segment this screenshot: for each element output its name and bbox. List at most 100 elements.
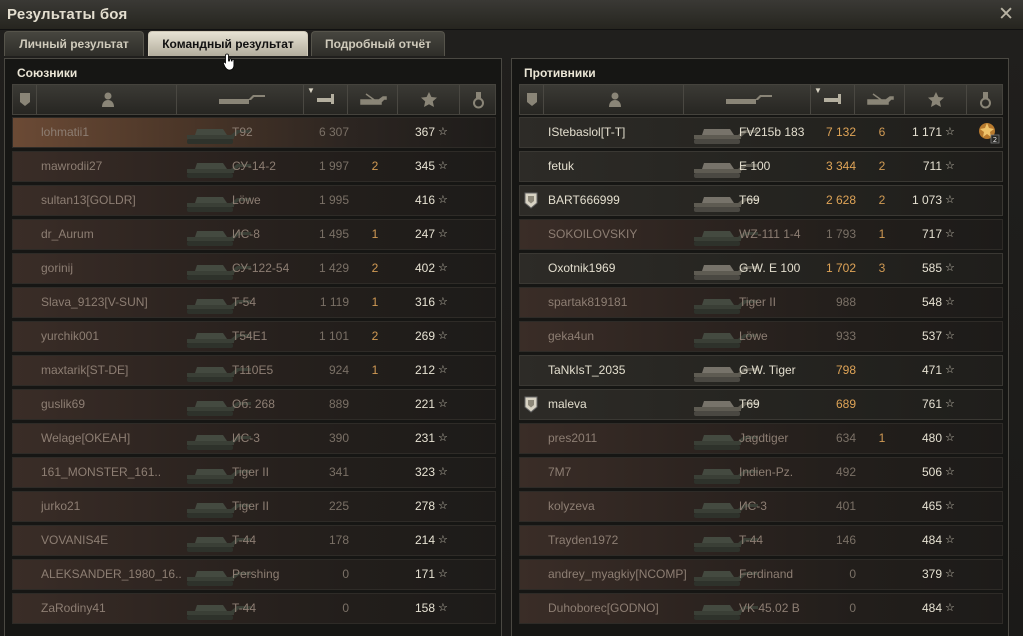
frags-value: 1: [371, 363, 379, 377]
player-column[interactable]: [37, 85, 177, 114]
xp-value: 345: [414, 159, 435, 173]
close-icon[interactable]: ✕: [998, 3, 1014, 26]
medal-column[interactable]: [460, 85, 497, 114]
player-icon: [102, 92, 114, 107]
player-row[interactable]: sultan13[GOLDR] Löwe 1 995 416 ☆: [12, 185, 496, 216]
player-row[interactable]: gorinij СУ-122-54 1 429 2 402 ☆: [12, 253, 496, 284]
xp-star-icon: [421, 92, 437, 107]
xp-star-icon: ☆: [438, 160, 448, 172]
xp-star-icon: ☆: [438, 534, 448, 546]
xp-star-icon: ☆: [945, 534, 955, 546]
player-row[interactable]: VOVANIS4E T-44 178 214 ☆: [12, 525, 496, 556]
player-row[interactable]: 161_MONSTER_161.. Tiger II 341 323 ☆: [12, 457, 496, 488]
xp-star-icon: ☆: [945, 432, 955, 444]
player-name: andrey_myagkiy[NCOMP]: [548, 567, 687, 581]
xp-column[interactable]: [398, 85, 460, 114]
frags-column[interactable]: [348, 85, 398, 114]
allies-column-header: ▼: [12, 84, 496, 115]
frags-value: 3: [878, 261, 886, 275]
xp-star-icon: ☆: [945, 568, 955, 580]
xp-value: 506: [921, 465, 942, 479]
frags-value: [368, 390, 382, 419]
player-row[interactable]: maxtarik[ST-DE] T110E5 924 1 212 ☆: [12, 355, 496, 386]
medal-column[interactable]: [967, 85, 1004, 114]
player-row[interactable]: yurchik001 T54E1 1 101 2 269 ☆: [12, 321, 496, 352]
player-row[interactable]: ALEKSANDER_1980_16.. Pershing 0 171 ☆: [12, 559, 496, 590]
xp-star-icon: ☆: [945, 296, 955, 308]
xp-value: 231: [414, 431, 435, 445]
player-row[interactable]: BART666999 T69 2 628 2 1 073 ☆: [519, 185, 1003, 216]
xp-star-icon: ☆: [945, 602, 955, 614]
player-row[interactable]: mawrodii27 СУ-14-2 1 997 2 345 ☆: [12, 151, 496, 182]
xp-star-icon: ☆: [438, 228, 448, 240]
xp-value: 247: [414, 227, 435, 241]
frags-value: [875, 526, 889, 555]
player-row[interactable]: IStebaslol[T-T] FV215b 183 7 132 6 1 171 ☆ 2: [519, 117, 1003, 148]
player-name: BART666999: [548, 193, 620, 207]
allies-title: Союзники: [17, 66, 78, 80]
player-column[interactable]: [544, 85, 684, 114]
tank-column[interactable]: [684, 85, 811, 114]
medal-icon: [473, 92, 484, 109]
player-row[interactable]: Duhoborec[GODNO] VK 45.02 B 0 484 ☆: [519, 593, 1003, 624]
player-row[interactable]: ZaRodiny41 T-44 0 158 ☆: [12, 593, 496, 624]
tank-column[interactable]: [177, 85, 304, 114]
title-bar: Результаты боя ✕: [0, 0, 1023, 30]
player-name: Oxotnik1969: [548, 261, 616, 275]
player-row[interactable]: TaNkIsT_2035 G.W. Tiger 798 471 ☆: [519, 355, 1003, 386]
player-row[interactable]: jurko21 Tiger II 225 278 ☆: [12, 491, 496, 522]
xp-star-icon: ☆: [438, 194, 448, 206]
player-row[interactable]: geka4un Löwe 933 537 ☆: [519, 321, 1003, 352]
xp-star-icon: ☆: [438, 602, 448, 614]
medal-achievement-icon[interactable]: 2: [976, 120, 1000, 144]
player-row[interactable]: pres2011 Jagdtiger 634 1 480 ☆: [519, 423, 1003, 454]
player-row[interactable]: maleva T69 689 761 ☆: [519, 389, 1003, 420]
player-row[interactable]: lohmatii1 T92 6 307 367 ☆: [12, 117, 496, 148]
xp-star-icon: ☆: [945, 500, 955, 512]
xp-value: 171: [414, 567, 435, 581]
player-name: lohmatii1: [41, 125, 90, 139]
tab-detailed-report[interactable]: Подробный отчёт: [311, 31, 445, 56]
squad-column[interactable]: [13, 85, 37, 114]
damage-column[interactable]: ▼: [811, 85, 855, 114]
player-row[interactable]: andrey_myagkiy[NCOMP] Ferdinand 0 379 ☆: [519, 559, 1003, 590]
player-row[interactable]: Welage[OKEAH] ИС-3 390 231 ☆: [12, 423, 496, 454]
xp-star-icon: ☆: [438, 398, 448, 410]
player-row[interactable]: SOKOILOVSKIY WZ-111 1-4 1 793 1 717 ☆: [519, 219, 1003, 250]
damage-value: 7 132: [825, 125, 856, 139]
player-row[interactable]: Slava_9123[V-SUN] T-54 1 119 1 316 ☆: [12, 287, 496, 318]
player-row[interactable]: kolyzeva ИС-3 401 465 ☆: [519, 491, 1003, 522]
player-row[interactable]: 7M7 Indien-Pz. 492 506 ☆: [519, 457, 1003, 488]
sort-arrow-icon: ▼: [814, 86, 822, 95]
player-row[interactable]: guslik69 Об. 268 889 221 ☆: [12, 389, 496, 420]
damage-value: 924: [328, 363, 349, 377]
medal-count: 2: [993, 136, 997, 144]
damage-value: 225: [328, 499, 349, 513]
damage-column[interactable]: ▼: [304, 85, 348, 114]
player-row[interactable]: dr_Aurum ИС-8 1 495 1 247 ☆: [12, 219, 496, 250]
damage-value: 1 101: [318, 329, 349, 343]
frags-value: [368, 492, 382, 521]
frags-value: 2: [371, 159, 379, 173]
damage-value: 0: [342, 601, 349, 615]
xp-star-icon: ☆: [945, 160, 955, 172]
player-name: kolyzeva: [548, 499, 595, 513]
frags-column[interactable]: [855, 85, 905, 114]
player-row[interactable]: Trayden1972 T-44 146 484 ☆: [519, 525, 1003, 556]
player-name: fetuk: [548, 159, 575, 173]
player-row[interactable]: Oxotnik1969 G.W. E 100 1 702 3 585 ☆: [519, 253, 1003, 284]
xp-value: 214: [414, 533, 435, 547]
tab-personal-result[interactable]: Личный результат: [4, 31, 144, 56]
player-row[interactable]: fetuk E 100 3 344 2 711 ☆: [519, 151, 1003, 182]
frags-value: [875, 322, 889, 351]
xp-star-icon: ☆: [438, 262, 448, 274]
player-name: Welage[OKEAH]: [41, 431, 131, 445]
player-name: ZaRodiny41: [41, 601, 106, 615]
player-row[interactable]: spartak819181 Tiger II 988 548 ☆: [519, 287, 1003, 318]
tank-icon: [219, 95, 265, 104]
damage-value: 988: [835, 295, 856, 309]
squad-column[interactable]: [520, 85, 544, 114]
xp-column[interactable]: [905, 85, 967, 114]
player-name: VOVANIS4E: [41, 533, 109, 547]
damage-value: 933: [835, 329, 856, 343]
